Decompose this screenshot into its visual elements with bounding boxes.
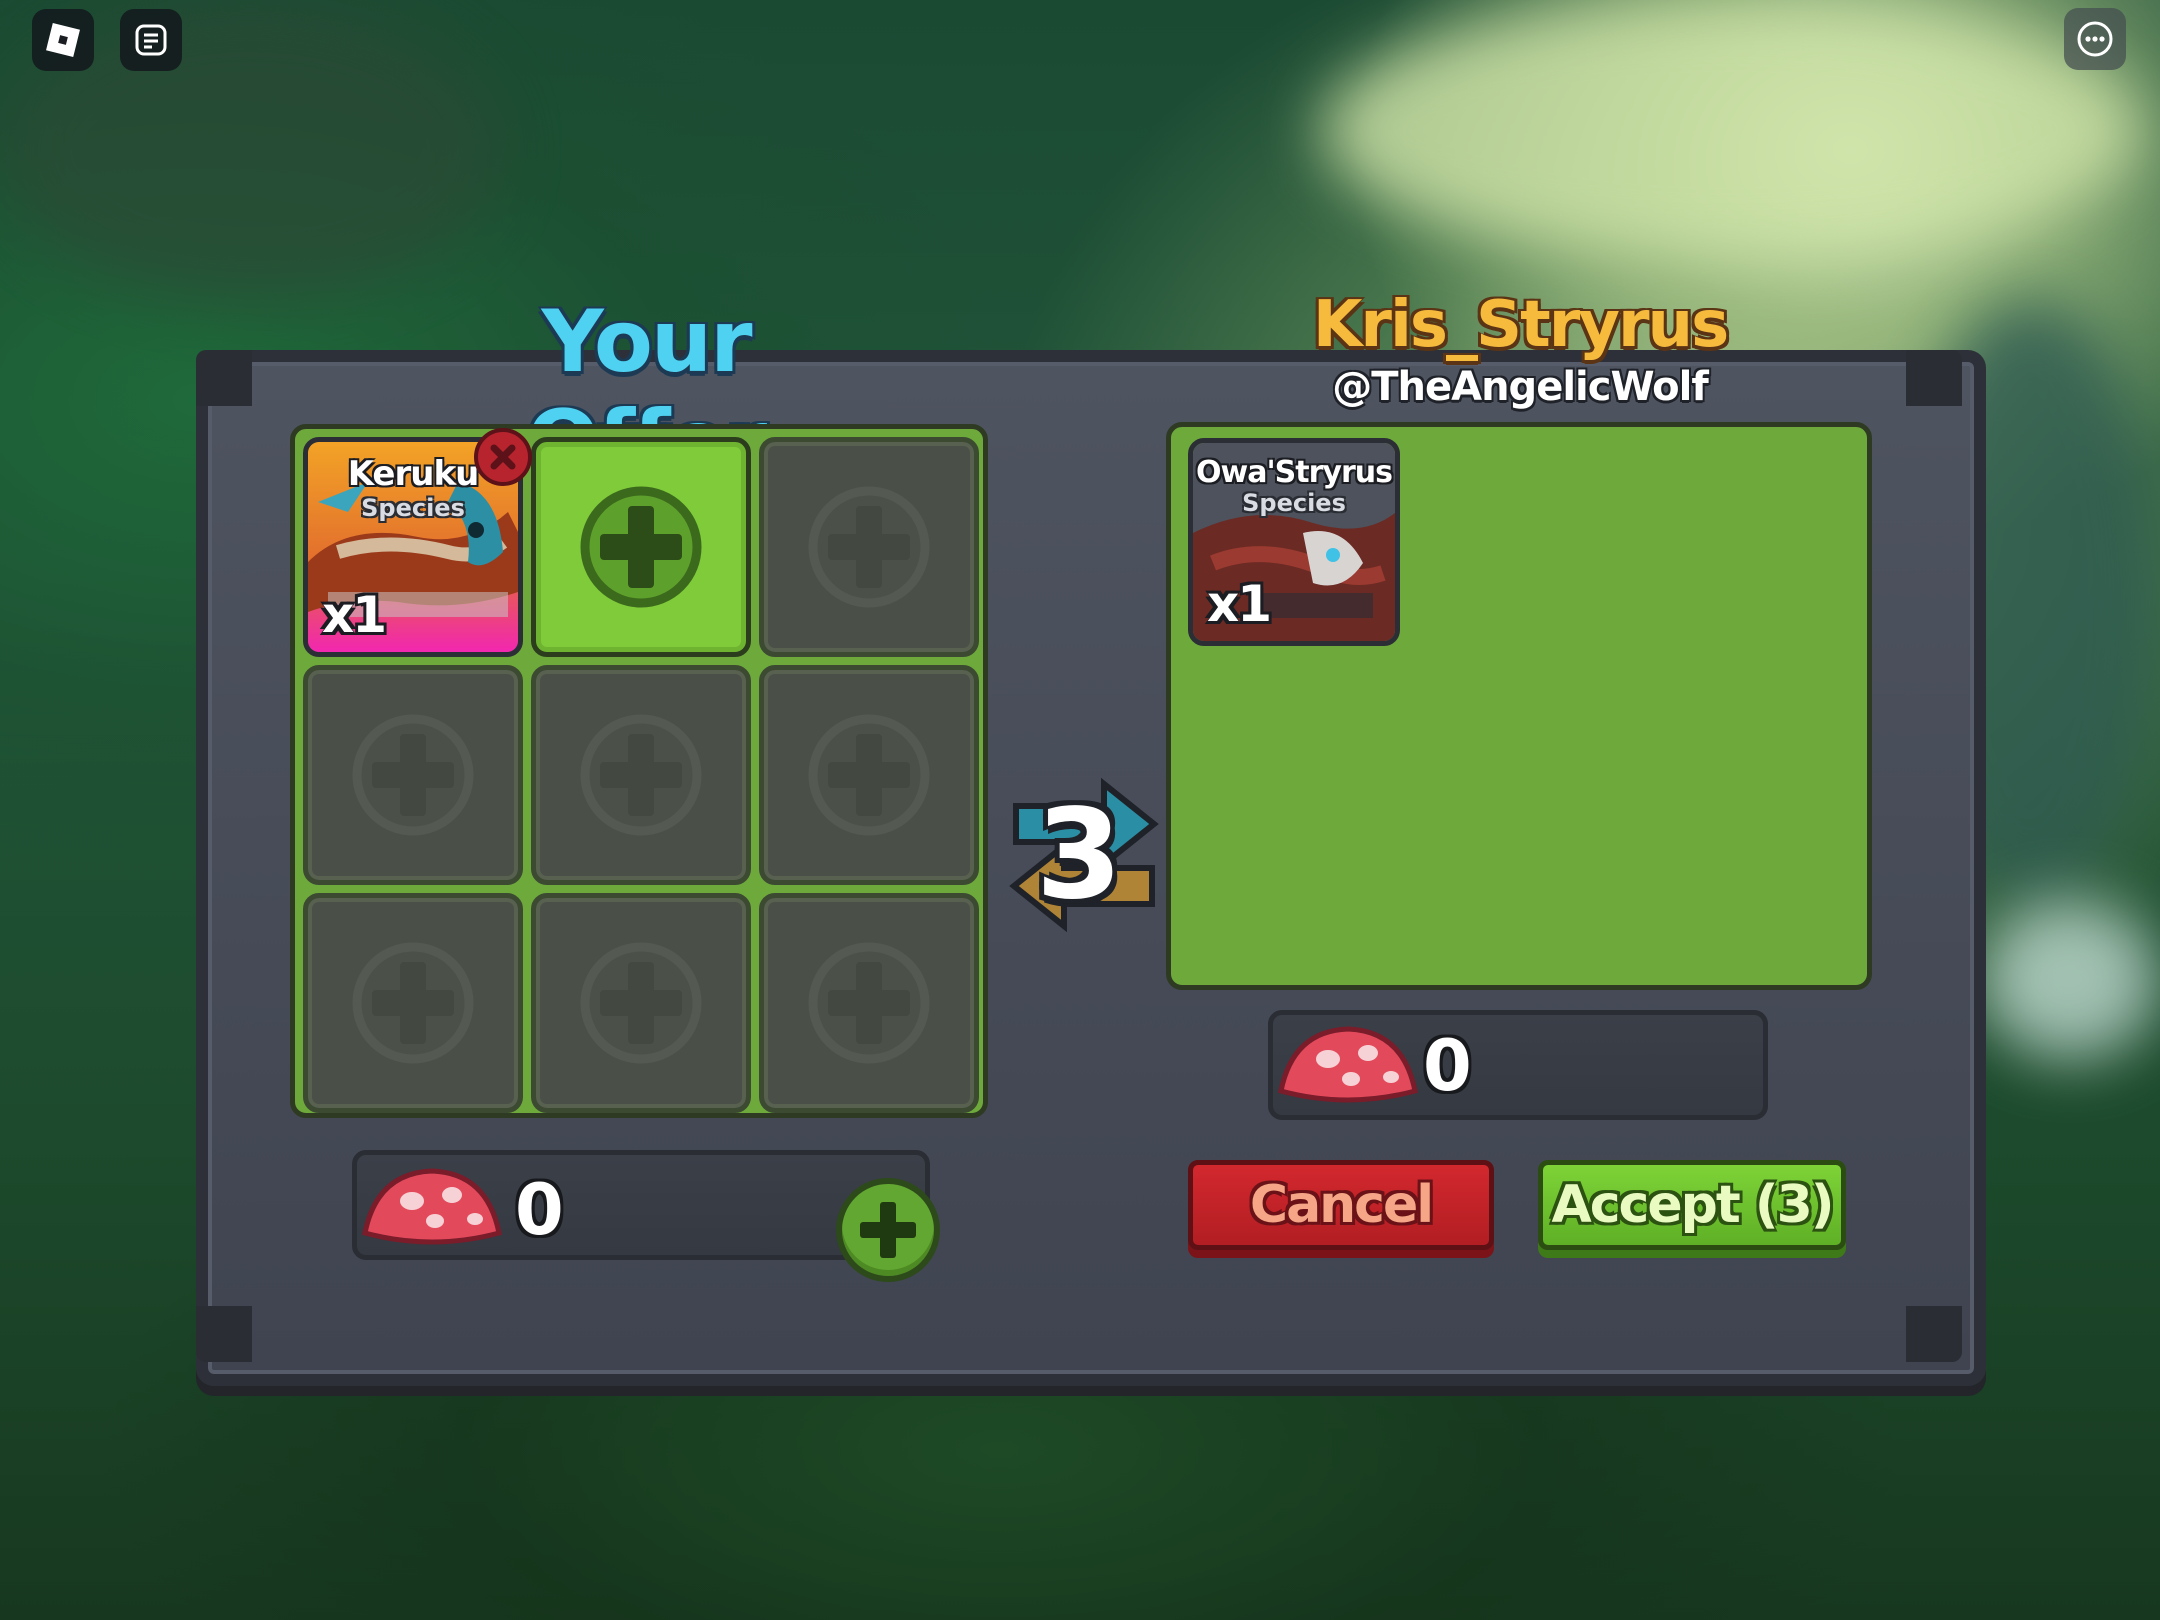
empty-slot <box>531 893 751 1113</box>
close-icon <box>490 444 516 470</box>
empty-slot <box>759 437 979 657</box>
empty-slot <box>759 665 979 885</box>
panel-corner <box>196 350 252 406</box>
empty-slot <box>303 665 523 885</box>
partner-item-type: Species <box>1242 489 1346 517</box>
panel-corner <box>1906 350 1962 406</box>
plus-icon <box>580 942 702 1064</box>
partner-display-name: Kris_Stryrus <box>1312 288 1729 362</box>
add-currency-button[interactable] <box>836 1178 940 1282</box>
accept-button[interactable]: Accept (3) <box>1538 1160 1846 1250</box>
cancel-button[interactable]: Cancel <box>1188 1160 1494 1250</box>
ready-countdown: 3 <box>1035 783 1123 927</box>
roblox-menu-button[interactable] <box>32 9 94 71</box>
offer-item-type: Species <box>361 494 465 522</box>
plus-icon <box>808 714 930 836</box>
mushroom-icon <box>362 1168 502 1245</box>
plus-icon <box>808 486 930 608</box>
offer-grid: Keruku Species x1 <box>290 424 988 1118</box>
plus-icon <box>808 942 930 1064</box>
add-item-slot[interactable] <box>531 437 751 657</box>
empty-slot <box>759 893 979 1113</box>
chat-button[interactable] <box>120 9 182 71</box>
more-options-button[interactable] <box>2064 8 2126 70</box>
empty-slot <box>531 665 751 885</box>
offer-item-quantity: x1 <box>322 586 387 644</box>
roblox-logo-icon <box>46 23 80 57</box>
offer-currency-amount: 0 <box>515 1169 564 1251</box>
partner-handle: @TheAngelicWolf <box>1332 364 1709 410</box>
partner-item-quantity: x1 <box>1207 575 1272 633</box>
partner-item-name: Owa'Stryrus <box>1196 455 1393 490</box>
empty-slot <box>303 893 523 1113</box>
partner-currency-amount: 0 <box>1423 1025 1472 1107</box>
panel-corner <box>1906 1306 1962 1362</box>
partner-currency-bar: 0 <box>1268 1010 1768 1120</box>
more-options-icon <box>2077 21 2113 57</box>
chat-icon <box>135 24 167 56</box>
plus-icon <box>352 942 474 1064</box>
remove-item-button[interactable] <box>474 428 532 486</box>
panel-corner <box>196 1306 252 1362</box>
partner-slot-item[interactable]: Owa'Stryrus Species x1 <box>1188 438 1400 646</box>
plus-icon <box>860 1202 916 1258</box>
plus-icon <box>352 714 474 836</box>
background-blob <box>1980 900 2160 1060</box>
background-blob <box>1320 0 2140 260</box>
mushroom-icon <box>1278 1026 1418 1103</box>
plus-icon <box>580 714 702 836</box>
plus-icon <box>580 486 702 608</box>
